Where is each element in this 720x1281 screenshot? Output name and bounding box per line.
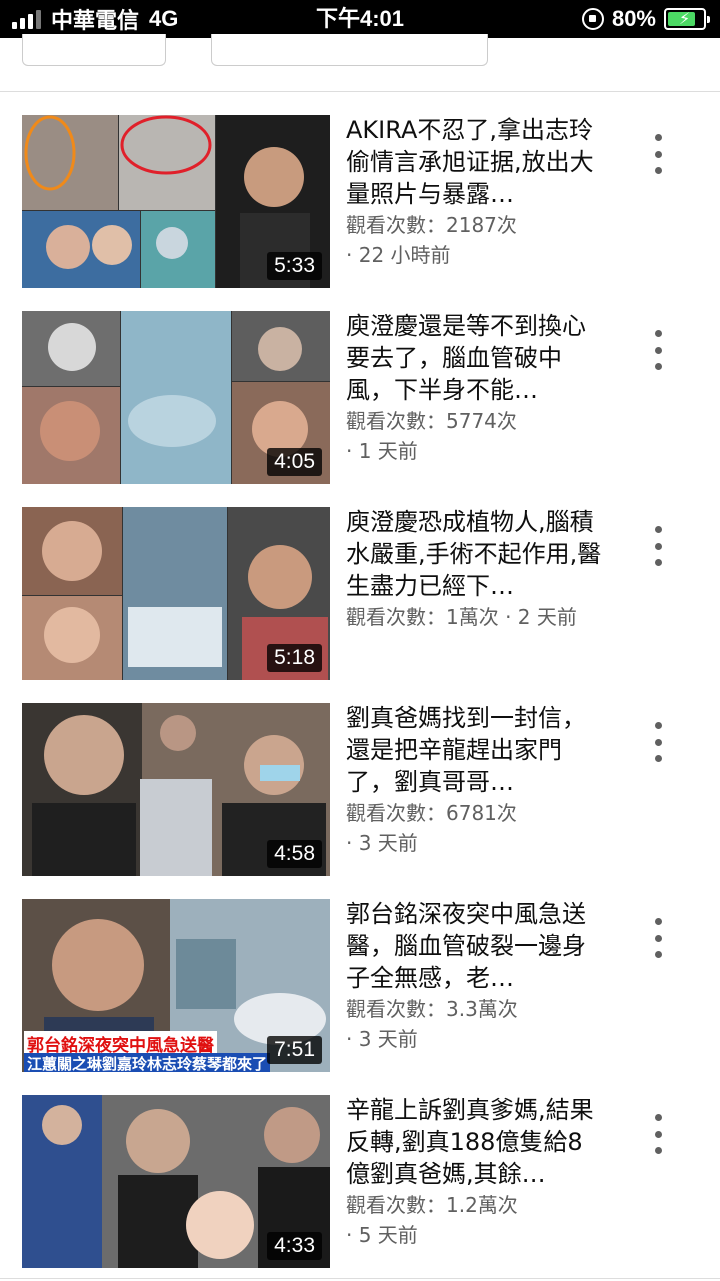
video-item[interactable]: 郭台銘深夜突中風急送醫 江蕙關之琳劉嘉玲林志玲蔡琴都來了 7:51 郭台銘深夜突…: [0, 896, 720, 1092]
video-thumbnail[interactable]: 4:33: [22, 1095, 330, 1268]
view-count: 觀看次數：3.3萬次: [346, 997, 518, 1021]
video-title[interactable]: AKIRA不忍了,拿出志玲偷情言承旭证据,放出大量照片与暴露…: [346, 114, 606, 210]
video-duration: 4:33: [267, 1232, 322, 1260]
video-thumbnail[interactable]: 郭台銘深夜突中風急送醫 江蕙關之琳劉嘉玲林志玲蔡琴都來了 7:51: [22, 899, 330, 1072]
chip-2[interactable]: [211, 34, 488, 66]
video-meta: 觀看次數：1.2萬次 · 5 天前: [346, 1190, 616, 1250]
video-duration: 4:05: [267, 448, 322, 476]
more-options-icon[interactable]: [646, 918, 670, 958]
view-count: 觀看次數：1.2萬次: [346, 1193, 518, 1217]
upload-age: · 3 天前: [346, 831, 418, 855]
video-meta: 觀看次數：1萬次 · 2 天前: [346, 602, 616, 632]
video-title[interactable]: 劉真爸媽找到一封信，還是把辛龍趕出家門了，劉真哥哥…: [346, 702, 606, 798]
upload-age: · 22 小時前: [346, 243, 451, 267]
video-title[interactable]: 庾澄慶恐成植物人,腦積水嚴重,手術不起作用,醫生盡力已經下…: [346, 506, 606, 602]
thumbnail-subcaption: 江蕙關之琳劉嘉玲林志玲蔡琴都來了: [24, 1053, 271, 1072]
upload-age: · 5 天前: [346, 1223, 418, 1247]
video-item[interactable]: 4:33 辛龍上訴劉真爹媽,結果反轉,劉真188億隻給8億劉真爸媽,其餘… 觀看…: [0, 1092, 720, 1281]
divider: [0, 1278, 720, 1279]
video-item[interactable]: 4:58 劉真爸媽找到一封信，還是把辛龍趕出家門了，劉真哥哥… 觀看次數：678…: [0, 700, 720, 896]
battery-percent: 80%: [611, 6, 656, 31]
video-list: 5:33 AKIRA不忍了,拿出志玲偷情言承旭证据,放出大量照片与暴露… 觀看次…: [0, 112, 720, 1281]
filter-chips: [0, 34, 720, 92]
video-item[interactable]: 4:05 庾澄慶還是等不到換心要去了，腦血管破中風，下半身不能… 觀看次數：57…: [0, 308, 720, 504]
status-bar: 中華電信 4G 下午4:01 80% ⚡: [0, 0, 720, 38]
video-duration: 5:33: [267, 252, 322, 280]
upload-age: · 3 天前: [346, 1027, 418, 1051]
video-duration: 7:51: [267, 1036, 322, 1064]
more-options-icon[interactable]: [646, 330, 670, 370]
view-count: 觀看次數：5774次: [346, 409, 517, 433]
view-count: 觀看次數：6781次: [346, 801, 517, 825]
video-item[interactable]: 5:18 庾澄慶恐成植物人,腦積水嚴重,手術不起作用,醫生盡力已經下… 觀看次數…: [0, 504, 720, 700]
video-meta: 觀看次數：5774次 · 1 天前: [346, 406, 616, 466]
video-title[interactable]: 庾澄慶還是等不到換心要去了，腦血管破中風，下半身不能…: [346, 310, 606, 406]
video-meta: 觀看次數：3.3萬次 · 3 天前: [346, 994, 616, 1054]
video-thumbnail[interactable]: 5:18: [22, 507, 330, 680]
video-duration: 4:58: [267, 840, 322, 868]
more-options-icon[interactable]: [646, 134, 670, 174]
video-title[interactable]: 郭台銘深夜突中風急送醫，腦血管破裂一邊身子全無感，老…: [346, 898, 606, 994]
video-meta: 觀看次數：2187次 · 22 小時前: [346, 210, 616, 270]
orientation-lock-icon: [581, 8, 604, 30]
chip-1[interactable]: [22, 34, 166, 66]
upload-age: · 1 天前: [346, 439, 418, 463]
video-title[interactable]: 辛龍上訴劉真爹媽,結果反轉,劉真188億隻給8億劉真爸媽,其餘…: [346, 1094, 606, 1190]
view-count: 觀看次數：2187次: [346, 213, 517, 237]
battery-icon: ⚡: [664, 8, 710, 30]
video-item[interactable]: 5:33 AKIRA不忍了,拿出志玲偷情言承旭证据,放出大量照片与暴露… 觀看次…: [0, 112, 720, 308]
status-right: 80% ⚡: [581, 0, 710, 38]
video-thumbnail[interactable]: 4:05: [22, 311, 330, 484]
more-options-icon[interactable]: [646, 722, 670, 762]
video-thumbnail[interactable]: 4:58: [22, 703, 330, 876]
video-thumbnail[interactable]: 5:33: [22, 115, 330, 288]
video-duration: 5:18: [267, 644, 322, 672]
view-count: 觀看次數：1萬次 · 2 天前: [346, 605, 577, 629]
more-options-icon[interactable]: [646, 1114, 670, 1154]
more-options-icon[interactable]: [646, 526, 670, 566]
video-meta: 觀看次數：6781次 · 3 天前: [346, 798, 616, 858]
